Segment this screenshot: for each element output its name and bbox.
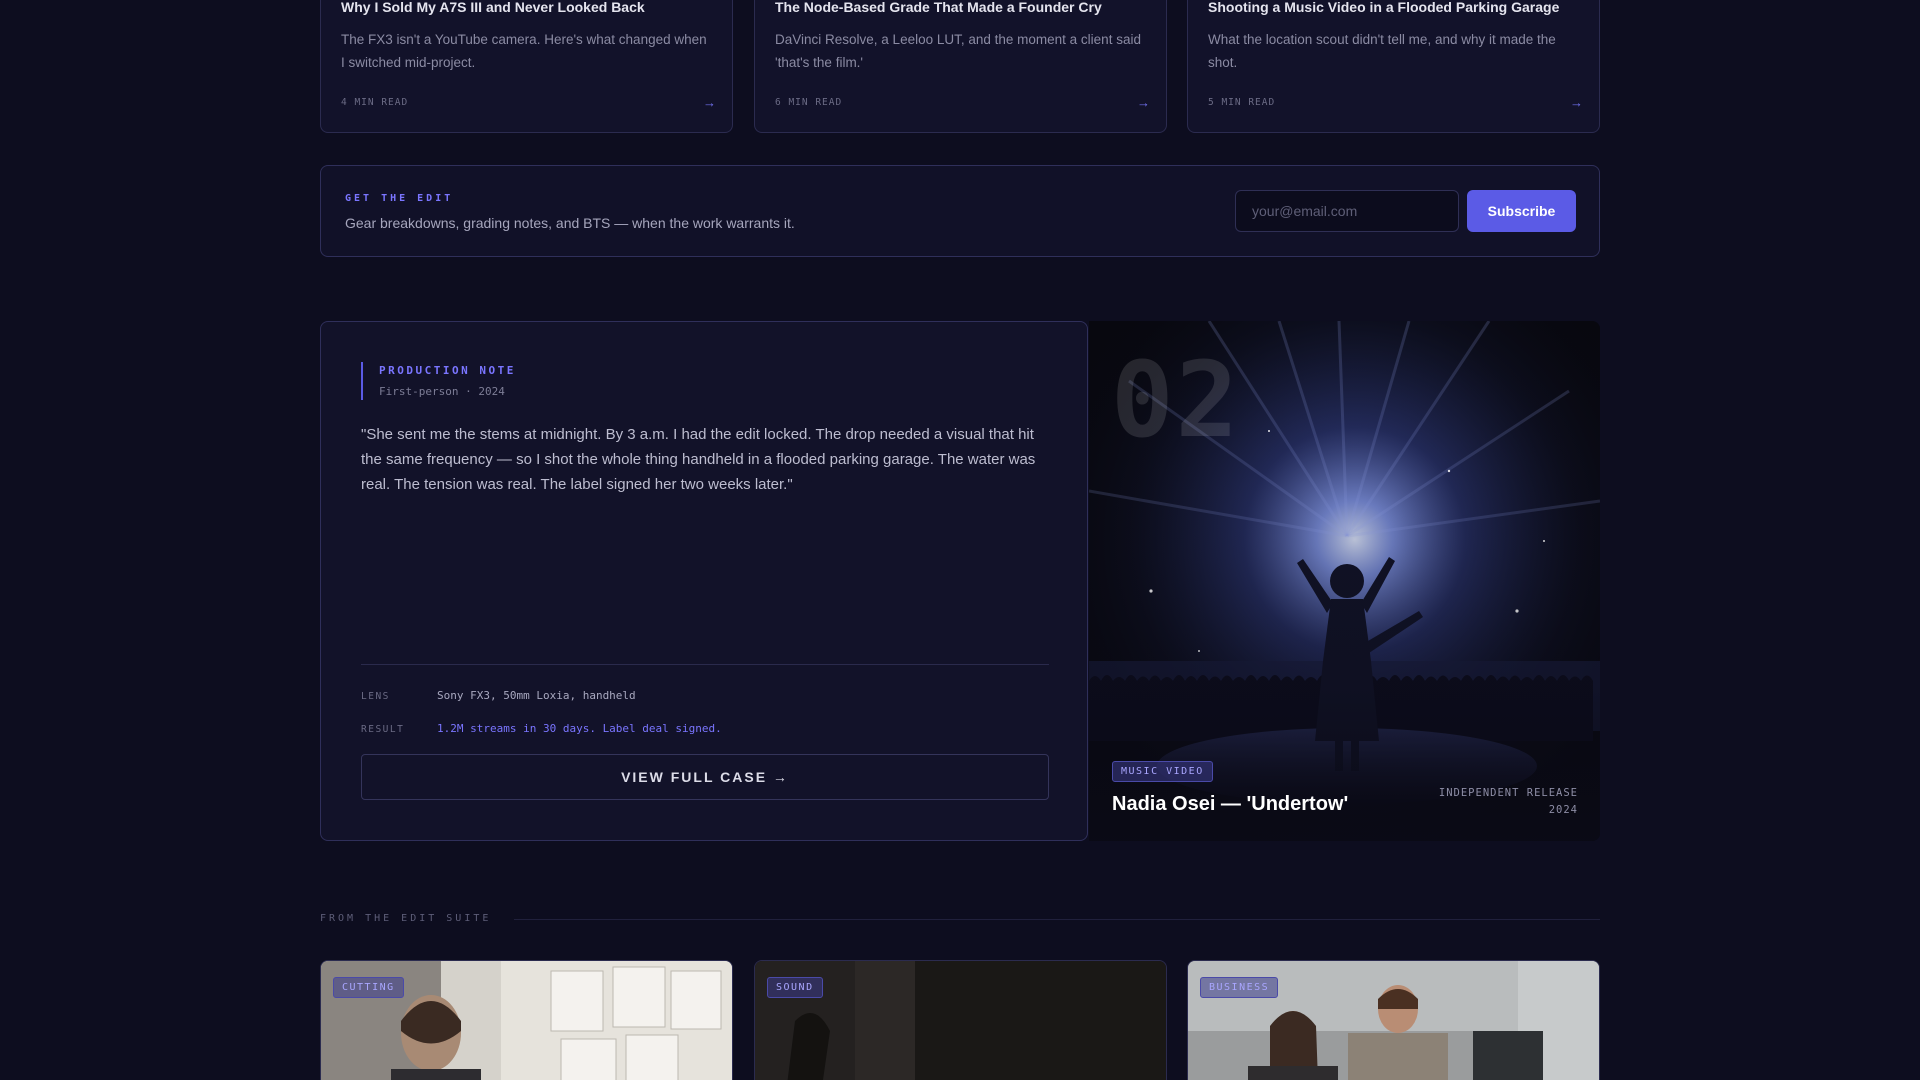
arrow-right-icon[interactable]: →	[703, 95, 716, 110]
divider	[361, 664, 1049, 665]
arrow-right-icon[interactable]: →	[1137, 95, 1150, 110]
category-badge: CUTTING	[333, 977, 404, 998]
accent-bar	[361, 362, 363, 400]
article-title[interactable]: Shooting a Music Video in a Flooded Park…	[1208, 0, 1583, 15]
article-card[interactable]: Shooting a Music Video in a Flooded Park…	[1187, 0, 1600, 133]
spec-value: 1.2M streams in 30 days. Label deal sign…	[437, 722, 722, 735]
case-study-panel: PRODUCTION NOTE First-person · 2024 "She…	[320, 321, 1088, 841]
case-quote: "She sent me the stems at midnight. By 3…	[361, 426, 1036, 493]
case-number: 02	[1111, 339, 1241, 461]
article-card[interactable]: Why I Sold My A7S III and Never Looked B…	[320, 0, 733, 133]
suite-card[interactable]: CUTTING	[320, 960, 733, 1080]
project-title[interactable]: Nadia Osei — 'Undertow'	[1112, 793, 1348, 816]
newsletter-signup: GET THE EDIT Gear breakdowns, grading no…	[320, 165, 1600, 257]
newsletter-kicker: GET THE EDIT	[345, 193, 454, 204]
read-time: 6 MIN READ	[775, 97, 843, 108]
article-card[interactable]: The Node-Based Grade That Made a Founder…	[754, 0, 1167, 133]
spec-label: RESULT	[361, 724, 405, 735]
article-description: The FX3 isn't a YouTube camera. Here's w…	[341, 32, 707, 70]
spec-label: LENS	[361, 691, 390, 702]
category-badge: MUSIC VIDEO	[1112, 761, 1213, 782]
article-title[interactable]: Why I Sold My A7S III and Never Looked B…	[341, 0, 716, 15]
subscribe-button[interactable]: Subscribe	[1467, 190, 1576, 232]
arrow-right-icon[interactable]: →	[1570, 95, 1583, 110]
section-divider	[514, 919, 1600, 920]
spec-value: Sony FX3, 50mm Loxia, handheld	[437, 689, 636, 702]
music-video-image[interactable]: 02 MUSIC VIDEO Nadia Osei — 'Undertow' I…	[1089, 321, 1600, 841]
release-year: 2024	[1548, 804, 1578, 816]
newsletter-description: Gear breakdowns, grading notes, and BTS …	[345, 215, 795, 231]
read-time: 5 MIN READ	[1208, 97, 1276, 108]
section-label: FROM THE EDIT SUITE	[320, 913, 492, 924]
article-description: What the location scout didn't tell me, …	[1208, 32, 1556, 70]
category-badge: SOUND	[767, 977, 823, 998]
release-label: INDEPENDENT RELEASE	[1438, 787, 1578, 799]
suite-card[interactable]: BUSINESS	[1187, 960, 1600, 1080]
article-description: DaVinci Resolve, a Leeloo LUT, and the m…	[775, 32, 1141, 70]
email-input[interactable]	[1235, 190, 1459, 232]
article-cards-row: Why I Sold My A7S III and Never Looked B…	[320, 0, 1600, 133]
read-time: 4 MIN READ	[341, 97, 409, 108]
suite-card[interactable]: SOUND	[754, 960, 1167, 1080]
production-note-meta: First-person · 2024	[379, 385, 505, 398]
category-badge: BUSINESS	[1200, 977, 1279, 998]
article-title[interactable]: The Node-Based Grade That Made a Founder…	[775, 0, 1150, 15]
view-full-case-button[interactable]: VIEW FULL CASE →	[361, 754, 1049, 800]
project-meta: INDEPENDENT RELEASE 2024	[1439, 785, 1578, 819]
production-note-kicker: PRODUCTION NOTE	[379, 364, 516, 377]
